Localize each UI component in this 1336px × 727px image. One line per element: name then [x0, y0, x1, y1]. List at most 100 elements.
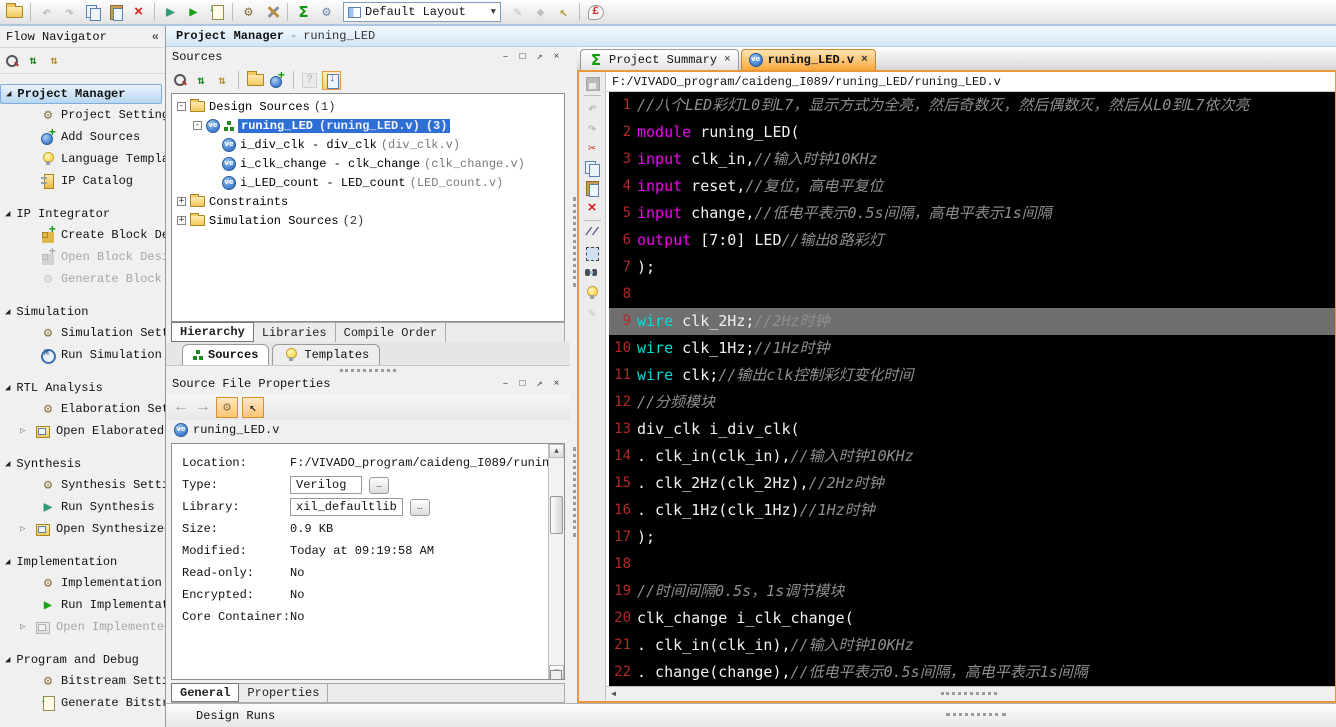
browse-button[interactable]: … — [410, 499, 430, 516]
minimize-button[interactable]: – — [498, 377, 513, 392]
code-line[interactable]: 19//时间间隔0.5s，1s调节模块 — [609, 578, 1335, 605]
close-icon[interactable]: × — [724, 54, 731, 66]
search-icon[interactable] — [4, 53, 20, 69]
run-button[interactable]: ▶ — [183, 2, 204, 23]
flow-section-program-and-debug[interactable]: ◢Program and Debug — [0, 650, 165, 670]
flow-item-open-elaborated-design[interactable]: ▷Open Elaborated Design — [0, 420, 165, 442]
scroll-to-selected-icon[interactable] — [322, 71, 341, 90]
flow-item-add-sources[interactable]: Add Sources — [0, 126, 165, 148]
flow-item-synthesis-settings[interactable]: ⚙Synthesis Settings — [0, 474, 165, 496]
expand-node-icon[interactable]: + — [177, 216, 186, 225]
code-line[interactable]: 22. change(change),//低电平表示0.5s间隔，高电平表示1s… — [609, 659, 1335, 686]
flow-item-implementation-settings[interactable]: ⚙Implementation Settings — [0, 572, 165, 594]
select-pointer-button[interactable]: ↖ — [553, 2, 574, 23]
expand-arrow-icon[interactable]: ▷ — [20, 426, 30, 436]
tab-properties[interactable]: Properties — [239, 684, 328, 702]
vertical-scrollbar[interactable]: ▲ ▼ — [548, 444, 564, 679]
collapse-node-icon[interactable]: - — [177, 102, 186, 111]
scroll-left-icon[interactable]: ◀ — [606, 688, 621, 701]
code-line[interactable]: 17); — [609, 524, 1335, 551]
save-icon[interactable] — [584, 75, 600, 91]
splitter-handle[interactable] — [946, 713, 1006, 716]
tab-general[interactable]: General — [171, 683, 239, 702]
tree-row-runing-led[interactable]: -runing_LED(runing_LED.v)(3) — [173, 116, 563, 135]
float-button[interactable]: ↗ — [532, 377, 547, 392]
horizontal-scrollbar[interactable]: ◀ — [606, 686, 1335, 701]
code-line[interactable]: 4input reset,//复位，高电平复位 — [609, 173, 1335, 200]
tab-sources[interactable]: Sources — [182, 344, 269, 365]
expand-all-icon[interactable]: ⇅ — [214, 72, 230, 88]
code-line[interactable]: 3input clk_in,//输入时钟10KHz — [609, 146, 1335, 173]
currency-help-button[interactable]: £ — [585, 2, 606, 23]
open-file-icon[interactable] — [247, 74, 264, 86]
expand-node-icon[interactable]: + — [177, 197, 186, 206]
scrollbar-handle[interactable] — [941, 692, 997, 695]
flow-section-project-manager[interactable]: ◢Project Manager — [0, 84, 162, 104]
code-line[interactable]: 14. clk_in(clk_in),//输入时钟10KHz — [609, 443, 1335, 470]
code-line[interactable]: 10wire clk_1Hz;//1Hz时钟 — [609, 335, 1335, 362]
code-line[interactable]: 16. clk_1Hz(clk_1Hz)//1Hz时钟 — [609, 497, 1335, 524]
flow-item-bitstream-settings[interactable]: ⚙Bitstream Settings — [0, 670, 165, 692]
tools-button[interactable] — [261, 2, 282, 23]
editor-tab-project-summary[interactable]: ΣProject Summary× — [580, 49, 739, 70]
flow-section-synthesis[interactable]: ◢Synthesis — [0, 454, 165, 474]
vertical-splitter[interactable] — [570, 47, 577, 703]
close-icon[interactable]: × — [861, 54, 868, 66]
flow-item-run-implementation[interactable]: ▶Run Implementation — [0, 594, 165, 616]
layout-selector[interactable]: Default Layout ▼ — [343, 2, 501, 22]
scrollbar-thumb[interactable] — [550, 496, 563, 534]
lightbulb-icon[interactable] — [584, 285, 600, 301]
copy-icon[interactable] — [584, 160, 600, 176]
flow-item-generate-bitstream[interactable]: Generate Bitstream — [0, 692, 165, 714]
code-line[interactable]: 7); — [609, 254, 1335, 281]
panel-corner-grip[interactable] — [550, 670, 562, 680]
tab-compile-order[interactable]: Compile Order — [336, 323, 447, 342]
undo-button[interactable]: ↶ — [36, 2, 57, 23]
code-line[interactable]: 13div_clk i_div_clk( — [609, 416, 1335, 443]
undo-icon[interactable]: ↶ — [584, 100, 600, 116]
expand-arrow-icon[interactable]: ▷ — [20, 524, 30, 534]
find-in-file-icon[interactable] — [584, 265, 600, 281]
chevron-down-icon[interactable]: ▼ — [491, 7, 496, 17]
flow-item-run-simulation[interactable]: Run Simulation — [0, 344, 165, 366]
maximize-button[interactable]: □ — [515, 377, 530, 392]
maximize-button[interactable]: □ — [515, 50, 530, 65]
code-line[interactable]: 9wire clk_2Hz;//2Hz时钟 — [609, 308, 1335, 335]
tab-templates[interactable]: Templates — [272, 344, 380, 365]
code-line[interactable]: 2module runing_LED( — [609, 119, 1335, 146]
redo-icon[interactable]: ↷ — [584, 120, 600, 136]
flow-section-ip-integrator[interactable]: ◢IP Integrator — [0, 204, 165, 224]
float-button[interactable]: ↗ — [532, 50, 547, 65]
flow-item-language-templates[interactable]: Language Templates — [0, 148, 165, 170]
settings-gear-button[interactable]: ⚙ — [216, 397, 238, 418]
search-icon[interactable] — [172, 72, 188, 88]
code-area[interactable]: 1//八个LED彩灯L0到L7，显示方式为全亮，然后奇数灭，然后偶数灭，然后从L… — [606, 92, 1335, 686]
minimize-button[interactable]: – — [498, 50, 513, 65]
comment-icon[interactable]: // — [584, 225, 600, 241]
tree-row-simulation-sources[interactable]: +Simulation Sources(2) — [173, 211, 563, 230]
editor-tab-runing-led-v[interactable]: runing_LED.v× — [741, 49, 876, 70]
settings-gear-button[interactable]: ⚙ — [238, 2, 259, 23]
back-arrow-icon[interactable]: ← — [172, 398, 190, 416]
options-gear-button[interactable]: ⚙ — [316, 2, 337, 23]
select-pointer-button[interactable]: ↖ — [242, 397, 264, 418]
collapse-all-icon[interactable]: ⇅ — [25, 53, 41, 69]
tab-libraries[interactable]: Libraries — [254, 323, 336, 342]
browse-button[interactable]: … — [369, 477, 389, 494]
paste-icon[interactable] — [584, 180, 600, 196]
open-file-button[interactable] — [4, 2, 25, 23]
tab-hierarchy[interactable]: Hierarchy — [171, 322, 254, 342]
collapse-node-icon[interactable]: - — [193, 121, 202, 130]
tree-row-i-led-count-led-count[interactable]: i_LED_count - LED_count(LED_count.v) — [173, 173, 563, 192]
expand-all-icon[interactable]: ⇅ — [46, 53, 62, 69]
close-button[interactable]: × — [549, 377, 564, 392]
add-sources-icon[interactable] — [269, 72, 285, 88]
expand-arrow-icon[interactable]: ▷ — [20, 622, 30, 632]
code-line[interactable]: 15. clk_2Hz(clk_2Hz),//2Hz时钟 — [609, 470, 1335, 497]
collapse-all-icon[interactable]: ⇅ — [193, 72, 209, 88]
block-select-icon[interactable] — [584, 245, 600, 261]
generate-bitstream-button[interactable] — [206, 2, 227, 23]
unhighlight-button[interactable]: ◆ — [530, 2, 551, 23]
code-line[interactable]: 5input change,//低电平表示0.5s间隔，高电平表示1s间隔 — [609, 200, 1335, 227]
flow-item-ip-catalog[interactable]: IP Catalog — [0, 170, 165, 192]
